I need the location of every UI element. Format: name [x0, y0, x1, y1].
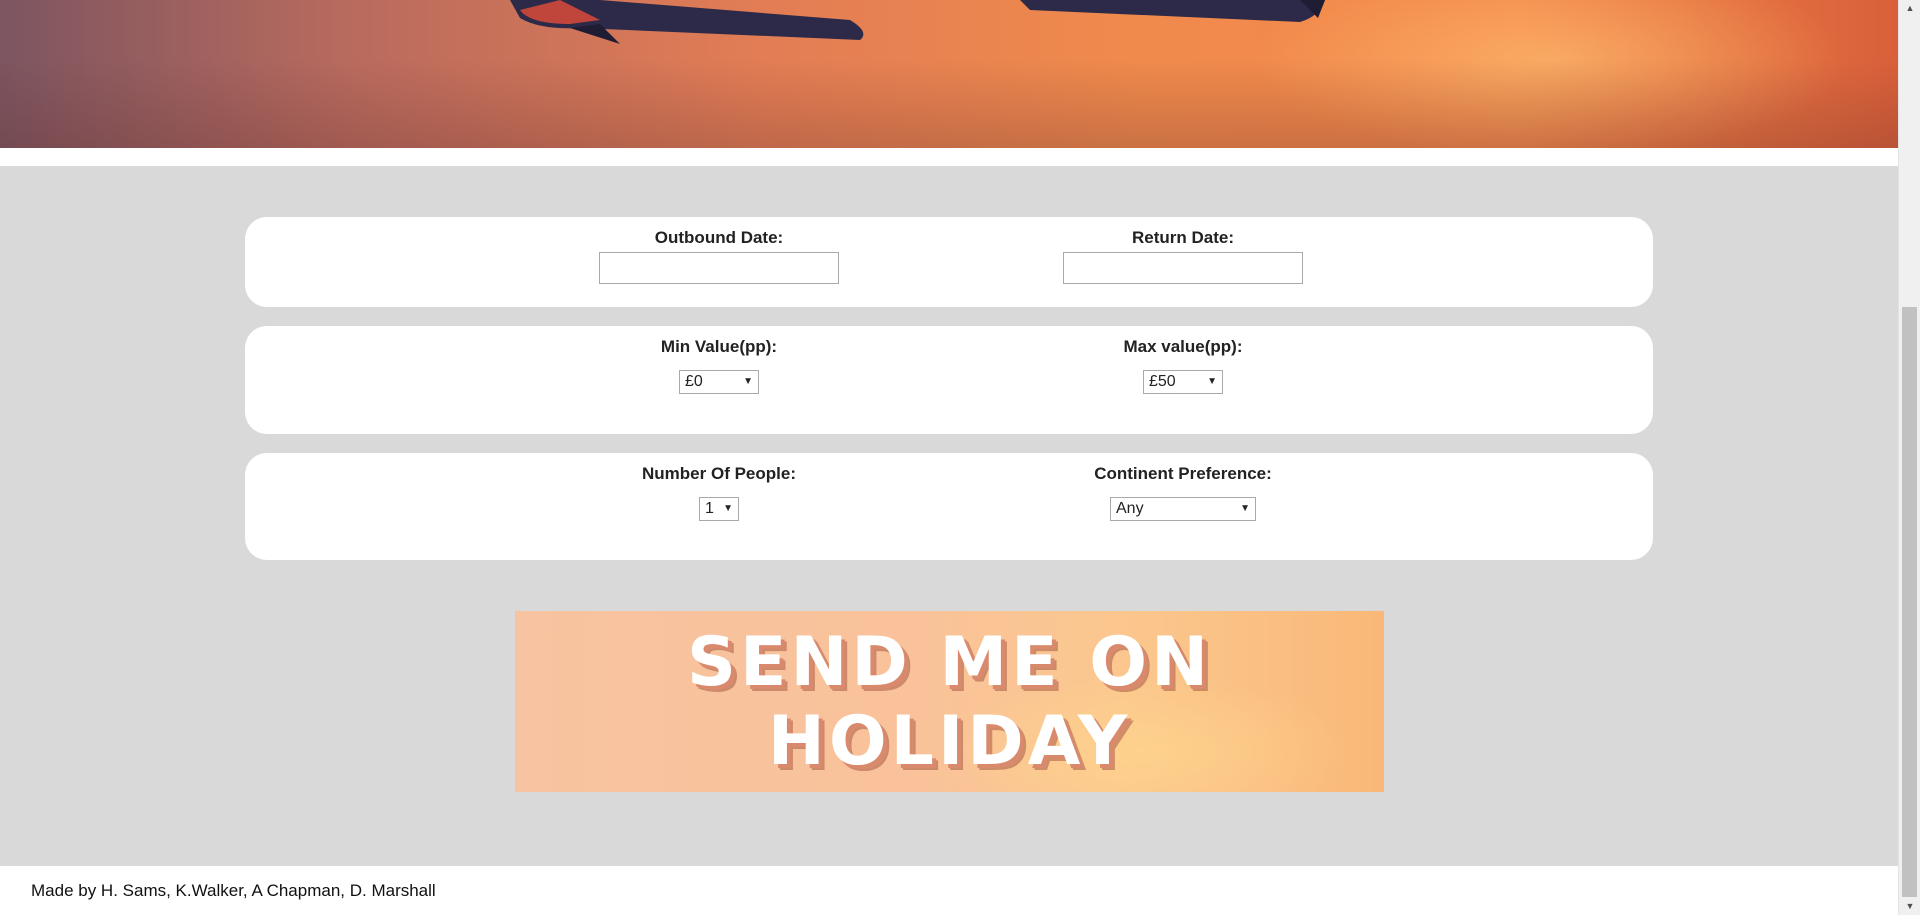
return-date-label: Return Date:	[1131, 228, 1234, 247]
return-date-field: Return Date:	[1061, 228, 1305, 284]
outbound-date-label: Outbound Date:	[654, 228, 784, 247]
price-panel: Min Value(pp): £0 ▼ Max value(pp): £50 ▼	[245, 326, 1653, 434]
dates-panel: Outbound Date: Return Date:	[245, 217, 1653, 307]
outbound-date-input[interactable]	[599, 252, 839, 284]
scroll-down-arrow-icon[interactable]: ▼	[1899, 898, 1920, 915]
continent-select[interactable]: Any ▼	[1110, 497, 1256, 521]
continent-selected: Any	[1116, 500, 1144, 517]
chevron-down-icon: ▼	[723, 503, 733, 514]
max-value-label: Max value(pp):	[1123, 337, 1243, 356]
chevron-down-icon: ▼	[1240, 503, 1250, 514]
hero-banner-image	[0, 0, 1898, 148]
people-field: Number Of People: 1 ▼	[589, 464, 849, 521]
min-value-field: Min Value(pp): £0 ▼	[589, 337, 849, 394]
scroll-up-arrow-icon[interactable]: ▲	[1899, 0, 1920, 17]
travellers-panel: Number Of People: 1 ▼ Continent Preferen…	[245, 453, 1653, 560]
max-value-field: Max value(pp): £50 ▼	[1053, 337, 1313, 394]
max-value-selected: £50	[1149, 373, 1176, 390]
min-value-select[interactable]: £0 ▼	[679, 370, 759, 394]
outbound-date-field: Outbound Date:	[597, 228, 841, 284]
search-form-area: Outbound Date: Return Date: Min Value(pp…	[0, 166, 1898, 866]
scrollbar-thumb[interactable]	[1902, 307, 1917, 897]
continent-field: Continent Preference: Any ▼	[1053, 464, 1313, 521]
chevron-down-icon: ▼	[743, 376, 753, 387]
hero-divider	[0, 148, 1898, 166]
continent-label: Continent Preference:	[1094, 464, 1272, 483]
people-label: Number Of People:	[642, 464, 796, 483]
hero-shade	[0, 0, 1898, 148]
vertical-scrollbar[interactable]: ▲ ▼	[1898, 0, 1920, 915]
send-me-on-holiday-label: Send me on holiday	[687, 622, 1212, 781]
min-value-label: Min Value(pp):	[660, 337, 778, 356]
max-value-select[interactable]: £50 ▼	[1143, 370, 1223, 394]
page: Outbound Date: Return Date: Min Value(pp…	[0, 0, 1920, 915]
chevron-down-icon: ▼	[1207, 376, 1217, 387]
send-me-on-holiday-button[interactable]: Send me on holiday	[515, 611, 1384, 792]
people-selected: 1	[705, 500, 714, 517]
people-select[interactable]: 1 ▼	[699, 497, 739, 521]
footer: Made by H. Sams, K.Walker, A Chapman, D.…	[0, 866, 1898, 915]
min-value-selected: £0	[685, 373, 703, 390]
footer-credits: Made by H. Sams, K.Walker, A Chapman, D.…	[31, 881, 436, 900]
return-date-input[interactable]	[1063, 252, 1303, 284]
